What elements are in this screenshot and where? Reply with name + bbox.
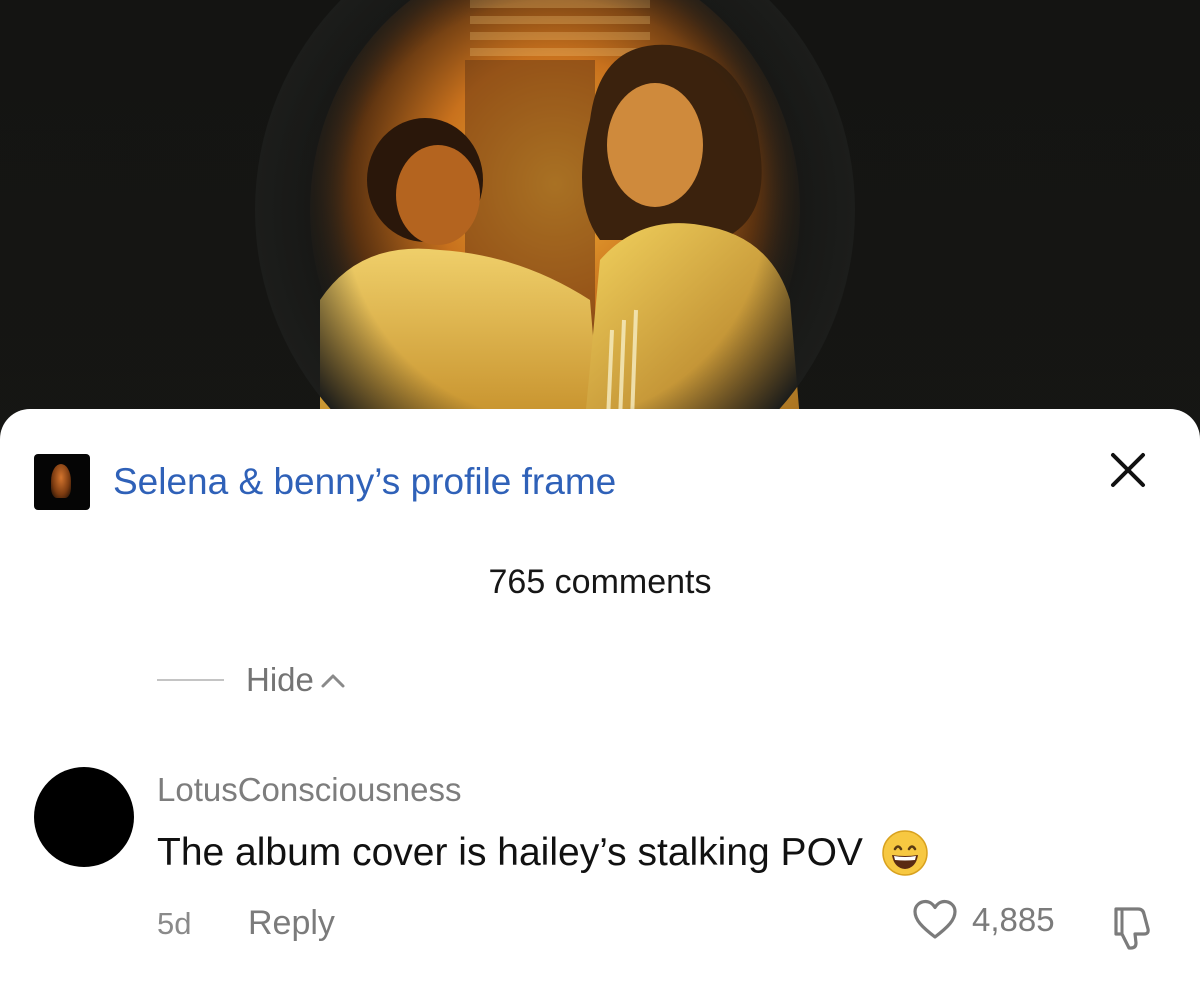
divider-line bbox=[157, 679, 224, 681]
comment-count: 765 comments bbox=[488, 563, 712, 601]
hide-label: Hide bbox=[246, 661, 314, 698]
thumbs-down-icon bbox=[1114, 907, 1150, 950]
like-button[interactable]: 4,885 bbox=[912, 899, 1055, 941]
grinning-face-emoji-icon bbox=[882, 830, 928, 876]
hide-replies-button[interactable]: Hide bbox=[246, 661, 346, 699]
comment-time: 5d bbox=[157, 906, 192, 941]
profile-frame-link[interactable]: Selena & benny’s profile frame bbox=[113, 461, 616, 503]
comment-username[interactable]: LotusConsciousness bbox=[157, 771, 462, 809]
video-frame-image bbox=[255, 0, 855, 430]
close-button[interactable] bbox=[1105, 447, 1151, 493]
profile-frame-row[interactable]: Selena & benny’s profile frame bbox=[34, 454, 616, 510]
thumbnail-figure bbox=[51, 464, 71, 498]
profile-frame-thumbnail[interactable] bbox=[34, 454, 90, 510]
comments-sheet: Selena & benny’s profile frame 765 comme… bbox=[0, 409, 1200, 991]
hide-replies-row: Hide bbox=[157, 661, 346, 699]
video-player[interactable] bbox=[0, 0, 1200, 430]
heart-icon bbox=[913, 899, 957, 939]
chevron-up-icon bbox=[321, 674, 345, 688]
dislike-button[interactable] bbox=[1108, 903, 1158, 953]
like-count: 4,885 bbox=[972, 901, 1055, 938]
reply-button[interactable]: Reply bbox=[248, 904, 335, 943]
close-icon bbox=[1111, 453, 1145, 487]
comment-body: The album cover is hailey’s stalking POV bbox=[157, 829, 929, 877]
avatar[interactable] bbox=[34, 767, 134, 867]
comment-text: The album cover is hailey’s stalking POV bbox=[157, 831, 863, 874]
